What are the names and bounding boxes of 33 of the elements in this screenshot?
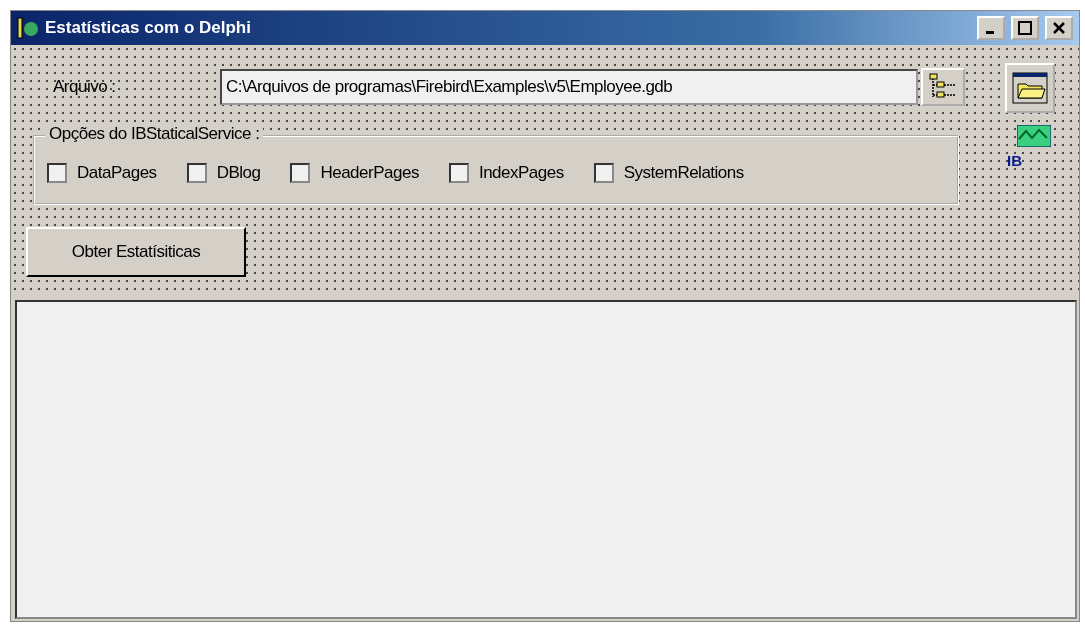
option-label: SystemRelations	[623, 163, 744, 183]
option-label: HeaderPages	[320, 163, 419, 183]
option-label: DBlog	[216, 163, 261, 183]
close-icon	[1052, 21, 1066, 35]
option-checkbox[interactable]: HeaderPages	[290, 163, 419, 183]
ib-label: IB	[1007, 152, 1022, 169]
get-statistics-button[interactable]: Obter Estatísiticas	[26, 227, 246, 277]
checkbox[interactable]	[593, 163, 614, 183]
app-icon	[17, 16, 39, 40]
checkbox[interactable]	[448, 163, 469, 183]
maximize-button[interactable]	[1011, 16, 1039, 40]
option-checkbox[interactable]: SystemRelations	[593, 163, 744, 183]
maximize-icon	[1018, 21, 1032, 35]
tree-icon	[928, 73, 958, 101]
option-checkbox[interactable]: DBlog	[186, 163, 261, 183]
close-button[interactable]	[1045, 16, 1073, 40]
folder-icon	[1012, 72, 1048, 104]
checkbox[interactable]	[47, 163, 67, 183]
chart-icon	[1017, 125, 1051, 147]
browse-button[interactable]	[921, 68, 965, 106]
option-label: IndexPages	[478, 163, 564, 183]
group-title: Opções do IBStaticalService :	[45, 124, 264, 144]
checkbox[interactable]	[290, 163, 311, 183]
option-checkbox[interactable]: IndexPages	[448, 163, 564, 183]
option-label: DataPages	[77, 163, 157, 183]
file-label: Arquivo :	[53, 77, 117, 97]
minimize-icon	[985, 31, 994, 34]
file-path-field[interactable]: C:\Arquivos de programas\Firebird\Examples\v5\Employee.gdb	[220, 69, 918, 105]
checkbox[interactable]	[186, 163, 207, 183]
window-title: Estatísticas com o Delphi	[45, 18, 252, 38]
option-checkbox[interactable]: DataPages	[47, 163, 157, 183]
minimize-button[interactable]	[977, 16, 1005, 40]
open-folder-button[interactable]	[1005, 63, 1055, 113]
